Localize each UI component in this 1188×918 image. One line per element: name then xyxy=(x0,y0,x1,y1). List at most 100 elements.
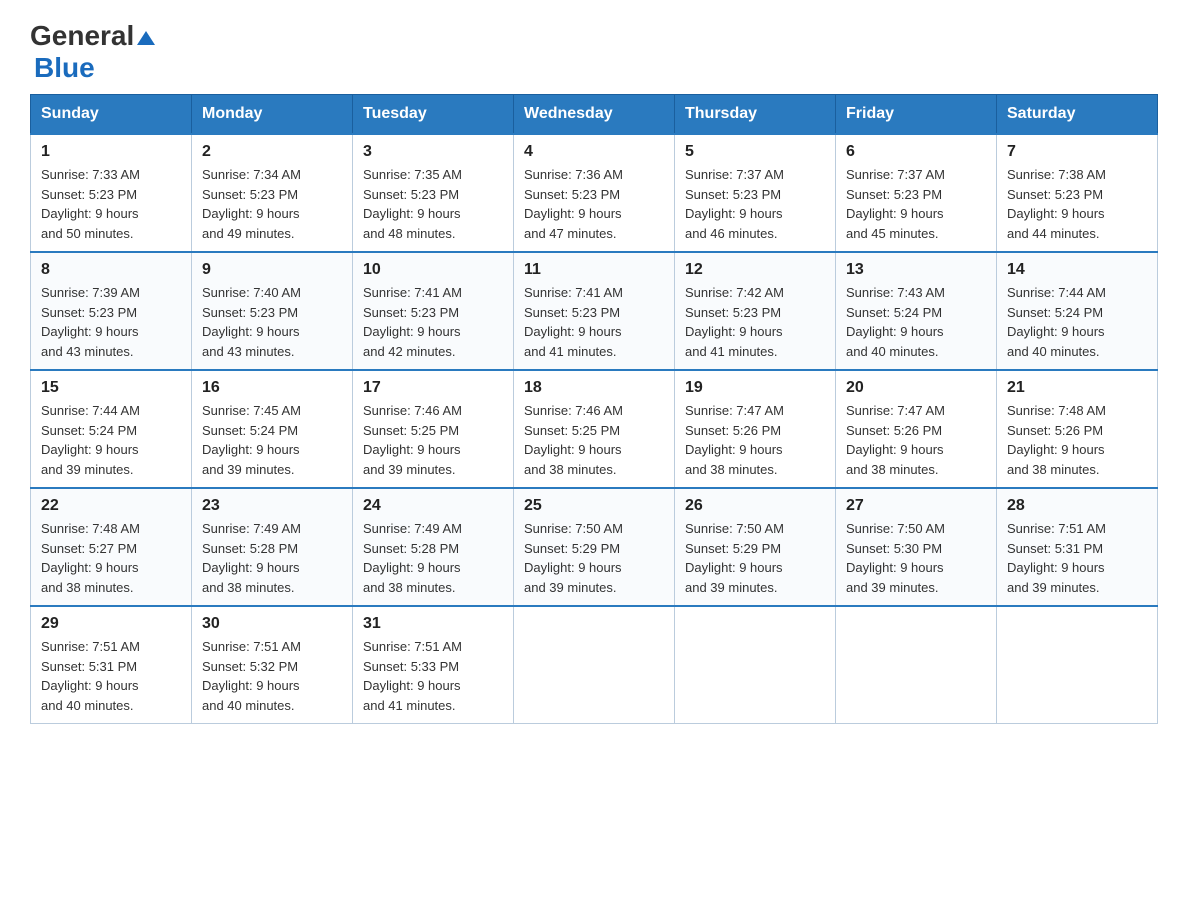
calendar-cell: 13 Sunrise: 7:43 AMSunset: 5:24 PMDayligh… xyxy=(836,252,997,370)
logo-blue-text: Blue xyxy=(34,52,95,83)
calendar-header-row: SundayMondayTuesdayWednesdayThursdayFrid… xyxy=(31,95,1158,135)
calendar-cell: 14 Sunrise: 7:44 AMSunset: 5:24 PMDayligh… xyxy=(997,252,1158,370)
calendar-cell xyxy=(675,606,836,724)
day-info: Sunrise: 7:41 AMSunset: 5:23 PMDaylight:… xyxy=(524,283,664,361)
day-header-friday: Friday xyxy=(836,95,997,135)
day-number: 8 xyxy=(41,261,181,279)
day-header-wednesday: Wednesday xyxy=(514,95,675,135)
day-header-saturday: Saturday xyxy=(997,95,1158,135)
day-number: 7 xyxy=(1007,143,1147,161)
calendar-cell: 12 Sunrise: 7:42 AMSunset: 5:23 PMDayligh… xyxy=(675,252,836,370)
day-info: Sunrise: 7:51 AMSunset: 5:31 PMDaylight:… xyxy=(41,637,181,715)
day-number: 18 xyxy=(524,379,664,397)
day-number: 5 xyxy=(685,143,825,161)
calendar-table: SundayMondayTuesdayWednesdayThursdayFrid… xyxy=(30,94,1158,724)
day-info: Sunrise: 7:48 AMSunset: 5:27 PMDaylight:… xyxy=(41,519,181,597)
day-info: Sunrise: 7:50 AMSunset: 5:29 PMDaylight:… xyxy=(524,519,664,597)
calendar-cell: 5 Sunrise: 7:37 AMSunset: 5:23 PMDaylight… xyxy=(675,134,836,252)
day-number: 16 xyxy=(202,379,342,397)
calendar-cell: 15 Sunrise: 7:44 AMSunset: 5:24 PMDayligh… xyxy=(31,370,192,488)
day-number: 22 xyxy=(41,497,181,515)
day-info: Sunrise: 7:47 AMSunset: 5:26 PMDaylight:… xyxy=(846,401,986,479)
day-number: 14 xyxy=(1007,261,1147,279)
calendar-cell xyxy=(514,606,675,724)
calendar-cell: 31Sunrise: 7:51 AMSunset: 5:33 PMDayligh… xyxy=(353,606,514,724)
calendar-cell xyxy=(997,606,1158,724)
logo-general-text: General xyxy=(30,20,155,52)
calendar-cell: 26 Sunrise: 7:50 AMSunset: 5:29 PMDayligh… xyxy=(675,488,836,606)
day-header-tuesday: Tuesday xyxy=(353,95,514,135)
day-number: 3 xyxy=(363,143,503,161)
calendar-cell: 19 Sunrise: 7:47 AMSunset: 5:26 PMDayligh… xyxy=(675,370,836,488)
day-info: Sunrise: 7:50 AMSunset: 5:29 PMDaylight:… xyxy=(685,519,825,597)
day-number: 15 xyxy=(41,379,181,397)
day-number: 19 xyxy=(685,379,825,397)
day-number: 23 xyxy=(202,497,342,515)
calendar-cell xyxy=(836,606,997,724)
day-info: Sunrise: 7:46 AMSunset: 5:25 PMDaylight:… xyxy=(524,401,664,479)
day-header-sunday: Sunday xyxy=(31,95,192,135)
logo-triangle-icon xyxy=(137,29,155,47)
day-number: 1 xyxy=(41,143,181,161)
day-number: 20 xyxy=(846,379,986,397)
calendar-cell: 11Sunrise: 7:41 AMSunset: 5:23 PMDayligh… xyxy=(514,252,675,370)
calendar-cell: 3 Sunrise: 7:35 AMSunset: 5:23 PMDaylight… xyxy=(353,134,514,252)
day-info: Sunrise: 7:37 AMSunset: 5:23 PMDaylight:… xyxy=(685,165,825,243)
day-info: Sunrise: 7:44 AMSunset: 5:24 PMDaylight:… xyxy=(41,401,181,479)
day-number: 6 xyxy=(846,143,986,161)
day-number: 13 xyxy=(846,261,986,279)
day-header-monday: Monday xyxy=(192,95,353,135)
calendar-cell: 20 Sunrise: 7:47 AMSunset: 5:26 PMDayligh… xyxy=(836,370,997,488)
day-info: Sunrise: 7:33 AMSunset: 5:23 PMDaylight:… xyxy=(41,165,181,243)
day-number: 26 xyxy=(685,497,825,515)
calendar-cell: 23 Sunrise: 7:49 AMSunset: 5:28 PMDayligh… xyxy=(192,488,353,606)
calendar-cell: 17Sunrise: 7:46 AMSunset: 5:25 PMDayligh… xyxy=(353,370,514,488)
day-number: 29 xyxy=(41,615,181,633)
day-number: 2 xyxy=(202,143,342,161)
calendar-cell: 16Sunrise: 7:45 AMSunset: 5:24 PMDayligh… xyxy=(192,370,353,488)
day-info: Sunrise: 7:34 AMSunset: 5:23 PMDaylight:… xyxy=(202,165,342,243)
day-info: Sunrise: 7:50 AMSunset: 5:30 PMDaylight:… xyxy=(846,519,986,597)
day-info: Sunrise: 7:38 AMSunset: 5:23 PMDaylight:… xyxy=(1007,165,1147,243)
day-info: Sunrise: 7:44 AMSunset: 5:24 PMDaylight:… xyxy=(1007,283,1147,361)
calendar-cell: 4 Sunrise: 7:36 AMSunset: 5:23 PMDaylight… xyxy=(514,134,675,252)
logo: General Blue xyxy=(30,20,155,84)
day-info: Sunrise: 7:35 AMSunset: 5:23 PMDaylight:… xyxy=(363,165,503,243)
day-number: 27 xyxy=(846,497,986,515)
day-info: Sunrise: 7:43 AMSunset: 5:24 PMDaylight:… xyxy=(846,283,986,361)
day-info: Sunrise: 7:47 AMSunset: 5:26 PMDaylight:… xyxy=(685,401,825,479)
calendar-week-row: 22 Sunrise: 7:48 AMSunset: 5:27 PMDayligh… xyxy=(31,488,1158,606)
day-info: Sunrise: 7:42 AMSunset: 5:23 PMDaylight:… xyxy=(685,283,825,361)
day-number: 24 xyxy=(363,497,503,515)
day-info: Sunrise: 7:49 AMSunset: 5:28 PMDaylight:… xyxy=(202,519,342,597)
day-number: 28 xyxy=(1007,497,1147,515)
day-info: Sunrise: 7:51 AMSunset: 5:33 PMDaylight:… xyxy=(363,637,503,715)
day-header-thursday: Thursday xyxy=(675,95,836,135)
day-number: 17 xyxy=(363,379,503,397)
day-number: 25 xyxy=(524,497,664,515)
day-info: Sunrise: 7:49 AMSunset: 5:28 PMDaylight:… xyxy=(363,519,503,597)
day-info: Sunrise: 7:39 AMSunset: 5:23 PMDaylight:… xyxy=(41,283,181,361)
calendar-week-row: 8 Sunrise: 7:39 AMSunset: 5:23 PMDaylight… xyxy=(31,252,1158,370)
calendar-week-row: 15 Sunrise: 7:44 AMSunset: 5:24 PMDayligh… xyxy=(31,370,1158,488)
calendar-cell: 21Sunrise: 7:48 AMSunset: 5:26 PMDayligh… xyxy=(997,370,1158,488)
day-info: Sunrise: 7:51 AMSunset: 5:32 PMDaylight:… xyxy=(202,637,342,715)
calendar-week-row: 1 Sunrise: 7:33 AMSunset: 5:23 PMDaylight… xyxy=(31,134,1158,252)
day-number: 4 xyxy=(524,143,664,161)
calendar-cell: 18 Sunrise: 7:46 AMSunset: 5:25 PMDayligh… xyxy=(514,370,675,488)
calendar-cell: 24 Sunrise: 7:49 AMSunset: 5:28 PMDayligh… xyxy=(353,488,514,606)
day-number: 12 xyxy=(685,261,825,279)
day-info: Sunrise: 7:40 AMSunset: 5:23 PMDaylight:… xyxy=(202,283,342,361)
day-number: 9 xyxy=(202,261,342,279)
calendar-cell: 30Sunrise: 7:51 AMSunset: 5:32 PMDayligh… xyxy=(192,606,353,724)
day-number: 21 xyxy=(1007,379,1147,397)
day-info: Sunrise: 7:37 AMSunset: 5:23 PMDaylight:… xyxy=(846,165,986,243)
calendar-cell: 28Sunrise: 7:51 AMSunset: 5:31 PMDayligh… xyxy=(997,488,1158,606)
calendar-cell: 8 Sunrise: 7:39 AMSunset: 5:23 PMDaylight… xyxy=(31,252,192,370)
day-info: Sunrise: 7:41 AMSunset: 5:23 PMDaylight:… xyxy=(363,283,503,361)
calendar-cell: 7 Sunrise: 7:38 AMSunset: 5:23 PMDaylight… xyxy=(997,134,1158,252)
calendar-cell: 22 Sunrise: 7:48 AMSunset: 5:27 PMDayligh… xyxy=(31,488,192,606)
day-info: Sunrise: 7:36 AMSunset: 5:23 PMDaylight:… xyxy=(524,165,664,243)
calendar-cell: 27 Sunrise: 7:50 AMSunset: 5:30 PMDayligh… xyxy=(836,488,997,606)
page-header: General Blue xyxy=(30,20,1158,84)
